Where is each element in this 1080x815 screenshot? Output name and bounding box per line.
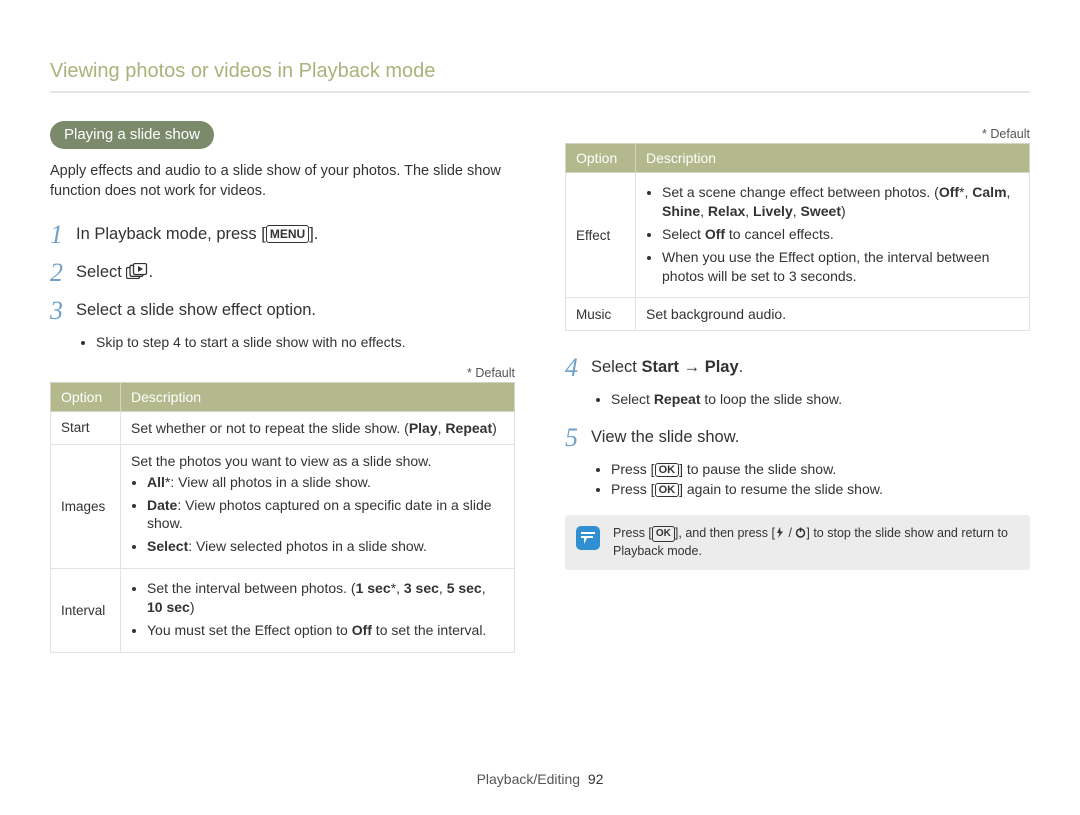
tip-text: Press [OK], and then press [ / ] to stop…: [613, 525, 1016, 560]
opt-start-desc: Set whether or not to repeat the slide s…: [121, 411, 515, 444]
footer-section: Playback/Editing: [477, 771, 581, 787]
opt-start: Start: [51, 411, 121, 444]
step-4-bullet-1: Select Repeat to loop the slide show.: [611, 391, 1030, 407]
ok-button-icon: OK: [655, 483, 680, 497]
opt-music: Music: [566, 298, 636, 331]
menu-button-icon: MENU: [266, 225, 309, 244]
default-note-left: * Default: [50, 366, 515, 380]
page-footer: Playback/Editing 92: [0, 771, 1080, 787]
opt-effect: Effect: [566, 173, 636, 298]
default-note-right: * Default: [565, 127, 1030, 141]
step-3-text: Select a slide show effect option.: [76, 296, 316, 322]
opt-images-desc: Set the photos you want to view as a sli…: [121, 444, 515, 569]
step-number-3: 3: [50, 296, 76, 324]
ok-button-icon: OK: [655, 463, 680, 477]
right-column: * Default Option Description Effect Set …: [565, 121, 1030, 653]
col-option-header: Option: [51, 382, 121, 411]
opt-interval-desc: Set the interval between photos. (1 sec*…: [121, 569, 515, 653]
opt-interval: Interval: [51, 569, 121, 653]
flash-icon: [775, 527, 785, 538]
step-5-text: View the slide show.: [591, 423, 739, 449]
step-number-4: 4: [565, 353, 591, 381]
step-5-bullet-1: Press [OK] to pause the slide show.: [611, 461, 1030, 477]
options-table-right: Option Description Effect Set a scene ch…: [565, 143, 1030, 331]
step-number-1: 1: [50, 220, 76, 248]
step-1-text: In Playback mode, press [MENU].: [76, 220, 318, 246]
note-icon: [575, 525, 603, 557]
left-column: Playing a slide show Apply effects and a…: [50, 121, 515, 653]
opt-effect-desc: Set a scene change effect between photos…: [636, 173, 1030, 298]
col-description-header: Description: [121, 382, 515, 411]
opt-images: Images: [51, 444, 121, 569]
step-4-text: Select Start → Play.: [591, 353, 743, 379]
step-5-bullets: Press [OK] to pause the slide show. Pres…: [593, 461, 1030, 497]
ok-button-icon: OK: [652, 526, 675, 542]
opt-music-desc: Set background audio.: [636, 298, 1030, 331]
multi-slide-icon: [126, 263, 148, 286]
col-description-header-r: Description: [636, 144, 1030, 173]
step-3-bullet-item: Skip to step 4 to start a slide show wit…: [96, 334, 515, 350]
step-3-bullet: Skip to step 4 to start a slide show wit…: [78, 334, 515, 350]
step-number-2: 2: [50, 258, 76, 286]
step-2-text: Select .: [76, 258, 153, 286]
page-number: 92: [588, 771, 604, 787]
step-4-bullets: Select Repeat to loop the slide show.: [593, 391, 1030, 407]
step-5-bullet-2: Press [OK] again to resume the slide sho…: [611, 481, 1030, 497]
step-number-5: 5: [565, 423, 591, 451]
tip-box: Press [OK], and then press [ / ] to stop…: [565, 515, 1030, 570]
section-title: Viewing photos or videos in Playback mod…: [50, 60, 1030, 93]
power-icon: [795, 527, 806, 538]
intro-text: Apply effects and audio to a slide show …: [50, 161, 515, 202]
col-option-header-r: Option: [566, 144, 636, 173]
options-table-left: Option Description Start Set whether or …: [50, 382, 515, 653]
playing-slide-show-pill: Playing a slide show: [50, 121, 214, 149]
